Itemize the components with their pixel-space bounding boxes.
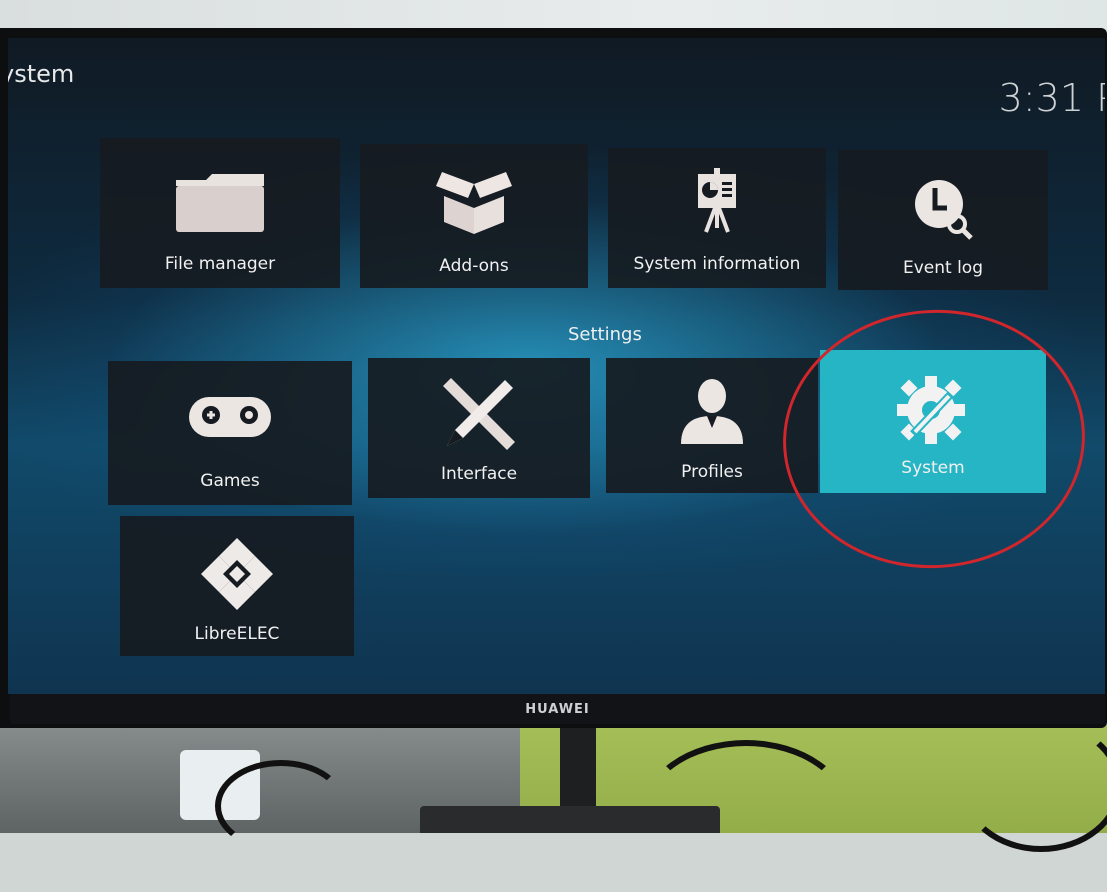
folder-icon [176,174,264,232]
tile-games[interactable]: Games [108,361,352,505]
settings-heading: Settings [568,324,642,345]
tile-label: Interface [440,464,518,484]
cable [215,760,347,852]
tile-libreelec[interactable]: LibreELEC [120,516,354,656]
monitor-chin: HUAWEI [10,694,1105,724]
presentation-board-icon [698,168,736,233]
pencil-ruler-icon [443,378,515,450]
libreelec-logo-icon [201,538,273,610]
person-icon [681,379,743,444]
tile-interface[interactable]: Interface [368,358,590,498]
tile-label: Add-ons [439,256,509,276]
tile-label: Games [200,471,260,491]
tile-label: LibreELEC [194,624,280,644]
tile-label: Event log [902,258,984,278]
tile-label: System information [633,254,801,274]
gamepad-icon [189,397,271,437]
page-title: ystem [8,60,75,88]
monitor-base [420,806,720,833]
tile-file-manager[interactable]: File manager [100,138,340,288]
tile-label: File manager [164,254,276,274]
tile-system-information[interactable]: System information [608,148,826,288]
monitor-brand: HUAWEI [525,702,590,717]
clock-magnifier-icon [915,180,973,240]
open-box-icon [436,172,512,234]
tile-event-log[interactable]: Event log [838,150,1048,290]
tile-add-ons[interactable]: Add-ons [360,144,588,288]
clock: 3:31 P [998,76,1105,120]
